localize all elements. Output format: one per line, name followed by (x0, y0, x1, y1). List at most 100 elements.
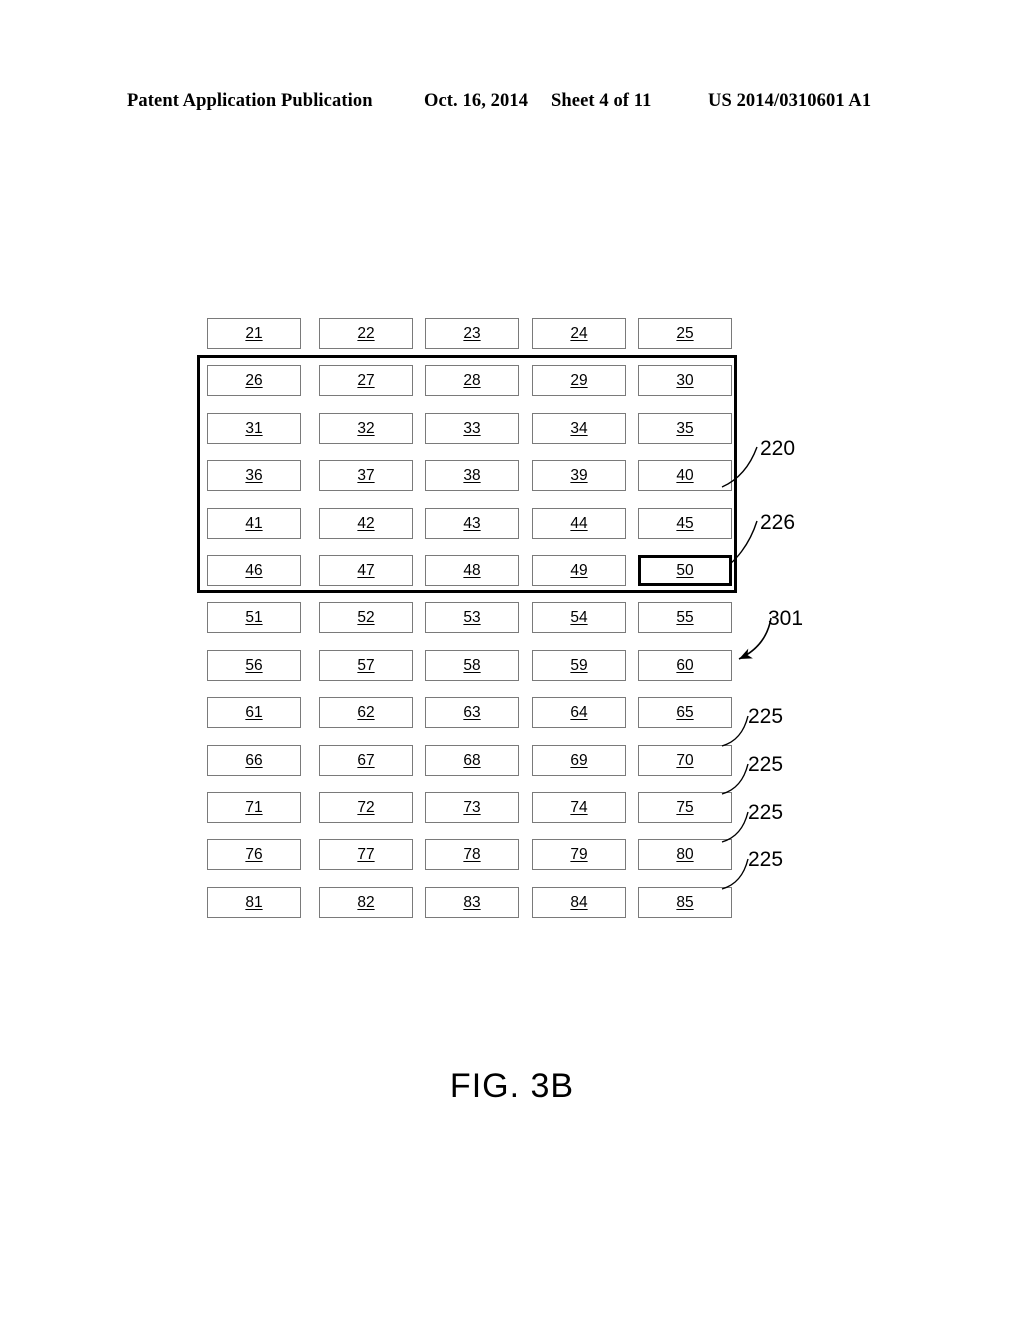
grid-cell-label: 71 (245, 798, 263, 816)
grid-cell-28[interactable]: 28 (425, 365, 519, 396)
grid-cell-label: 38 (463, 466, 481, 484)
grid-cell-55[interactable]: 55 (638, 602, 732, 633)
grid-cell-77[interactable]: 77 (319, 839, 413, 870)
grid-cell-50[interactable]: 50 (638, 555, 732, 586)
grid-cell-38[interactable]: 38 (425, 460, 519, 491)
grid-cell-80[interactable]: 80 (638, 839, 732, 870)
grid-cell-67[interactable]: 67 (319, 745, 413, 776)
grid-cell-81[interactable]: 81 (207, 887, 301, 918)
grid-cell-83[interactable]: 83 (425, 887, 519, 918)
grid-cell-60[interactable]: 60 (638, 650, 732, 681)
grid-cell-59[interactable]: 59 (532, 650, 626, 681)
grid-cell-72[interactable]: 72 (319, 792, 413, 823)
grid-cell-label: 59 (570, 656, 588, 674)
grid-cell-48[interactable]: 48 (425, 555, 519, 586)
grid-cell-23[interactable]: 23 (425, 318, 519, 349)
grid-cell-75[interactable]: 75 (638, 792, 732, 823)
grid-cell-71[interactable]: 71 (207, 792, 301, 823)
grid-cell-63[interactable]: 63 (425, 697, 519, 728)
grid-cell-label: 40 (676, 466, 694, 484)
grid-cell-label: 22 (357, 324, 375, 342)
grid-cell-69[interactable]: 69 (532, 745, 626, 776)
grid-cell-label: 72 (357, 798, 375, 816)
grid-cell-label: 51 (245, 608, 263, 626)
grid-cell-label: 39 (570, 466, 588, 484)
grid-cell-57[interactable]: 57 (319, 650, 413, 681)
grid-cell-24[interactable]: 24 (532, 318, 626, 349)
grid-cell-label: 47 (357, 561, 375, 579)
grid-cell-64[interactable]: 64 (532, 697, 626, 728)
grid-cell-label: 21 (245, 324, 263, 342)
grid-cell-label: 48 (463, 561, 481, 579)
grid-cell-73[interactable]: 73 (425, 792, 519, 823)
grid-cell-label: 53 (463, 608, 481, 626)
grid-cell-label: 45 (676, 514, 694, 532)
grid-cell-label: 43 (463, 514, 481, 532)
reference-label-226-1: 226 (760, 511, 796, 534)
grid-cell-46[interactable]: 46 (207, 555, 301, 586)
grid-cell-label: 65 (676, 703, 694, 721)
grid-cell-label: 37 (357, 466, 375, 484)
grid-cell-65[interactable]: 65 (638, 697, 732, 728)
grid-cell-label: 81 (245, 893, 263, 911)
grid-cell-54[interactable]: 54 (532, 602, 626, 633)
grid-cell-label: 70 (676, 751, 694, 769)
grid-cell-66[interactable]: 66 (207, 745, 301, 776)
grid-cell-52[interactable]: 52 (319, 602, 413, 633)
grid-cell-33[interactable]: 33 (425, 413, 519, 444)
grid-cell-85[interactable]: 85 (638, 887, 732, 918)
grid-cell-27[interactable]: 27 (319, 365, 413, 396)
grid-cell-32[interactable]: 32 (319, 413, 413, 444)
grid-cell-label: 64 (570, 703, 588, 721)
grid-cell-label: 32 (357, 419, 375, 437)
grid-cell-74[interactable]: 74 (532, 792, 626, 823)
grid-cell-label: 61 (245, 703, 263, 721)
grid-cell-label: 42 (357, 514, 375, 532)
grid-cell-26[interactable]: 26 (207, 365, 301, 396)
grid-cell-56[interactable]: 56 (207, 650, 301, 681)
grid-cell-68[interactable]: 68 (425, 745, 519, 776)
grid-cell-label: 52 (357, 608, 375, 626)
reference-label-220-0: 220 (760, 437, 796, 460)
grid-cell-label: 76 (245, 845, 263, 863)
grid-cell-30[interactable]: 30 (638, 365, 732, 396)
grid-cell-35[interactable]: 35 (638, 413, 732, 444)
grid-cell-79[interactable]: 79 (532, 839, 626, 870)
grid-cell-label: 66 (245, 751, 263, 769)
grid-cell-43[interactable]: 43 (425, 508, 519, 539)
grid-cell-21[interactable]: 21 (207, 318, 301, 349)
reference-label-225-4: 225 (748, 753, 784, 776)
grid-cell-31[interactable]: 31 (207, 413, 301, 444)
grid-cell-label: 25 (676, 324, 694, 342)
grid-cell-53[interactable]: 53 (425, 602, 519, 633)
grid-cell-37[interactable]: 37 (319, 460, 413, 491)
grid-cell-39[interactable]: 39 (532, 460, 626, 491)
grid-cell-76[interactable]: 76 (207, 839, 301, 870)
grid-cell-51[interactable]: 51 (207, 602, 301, 633)
grid-cell-47[interactable]: 47 (319, 555, 413, 586)
grid-cell-62[interactable]: 62 (319, 697, 413, 728)
grid-cell-label: 67 (357, 751, 375, 769)
grid-cell-42[interactable]: 42 (319, 508, 413, 539)
grid-cell-82[interactable]: 82 (319, 887, 413, 918)
grid-cell-44[interactable]: 44 (532, 508, 626, 539)
grid-cell-36[interactable]: 36 (207, 460, 301, 491)
reference-label-225-3: 225 (748, 705, 784, 728)
grid-cell-58[interactable]: 58 (425, 650, 519, 681)
grid-cell-41[interactable]: 41 (207, 508, 301, 539)
grid-cell-label: 46 (245, 561, 263, 579)
grid-cell-34[interactable]: 34 (532, 413, 626, 444)
grid-cell-49[interactable]: 49 (532, 555, 626, 586)
grid-cell-label: 74 (570, 798, 588, 816)
grid-cell-40[interactable]: 40 (638, 460, 732, 491)
grid-cell-label: 35 (676, 419, 694, 437)
grid-cell-61[interactable]: 61 (207, 697, 301, 728)
grid-cell-70[interactable]: 70 (638, 745, 732, 776)
grid-cell-45[interactable]: 45 (638, 508, 732, 539)
grid-cell-label: 55 (676, 608, 694, 626)
grid-cell-78[interactable]: 78 (425, 839, 519, 870)
grid-cell-22[interactable]: 22 (319, 318, 413, 349)
grid-cell-29[interactable]: 29 (532, 365, 626, 396)
grid-cell-84[interactable]: 84 (532, 887, 626, 918)
grid-cell-25[interactable]: 25 (638, 318, 732, 349)
